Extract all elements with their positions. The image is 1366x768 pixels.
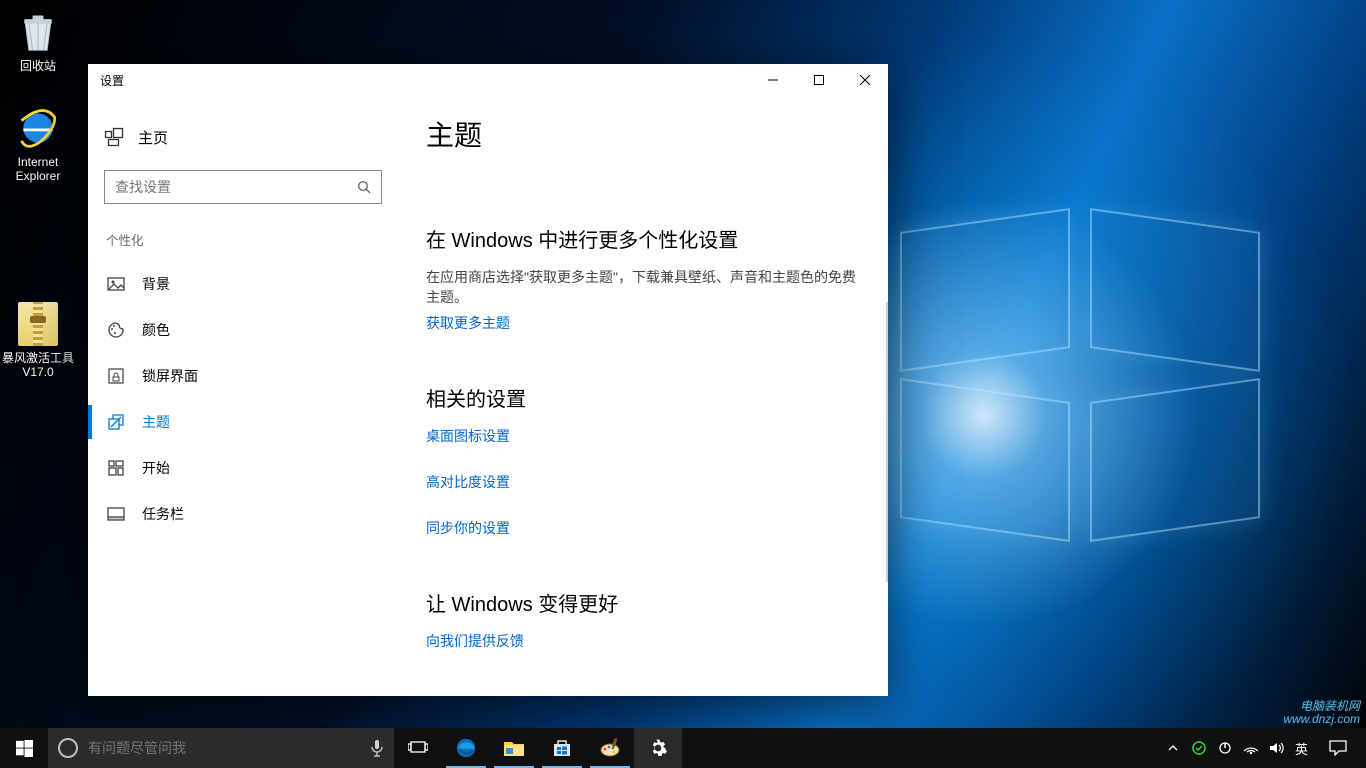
link-give-feedback[interactable]: 向我们提供反馈 <box>426 631 524 651</box>
sidebar-item-label: 锁屏界面 <box>142 366 198 386</box>
sidebar-item-label: 主题 <box>142 412 170 432</box>
sidebar-home[interactable]: 主页 <box>104 114 382 160</box>
home-icon <box>104 127 124 147</box>
sidebar-item-background[interactable]: 背景 <box>104 261 382 307</box>
link-desktop-icon-settings[interactable]: 桌面图标设置 <box>426 426 510 446</box>
tray-ime-indicator[interactable]: 英 <box>1295 740 1308 756</box>
tray-power-icon[interactable] <box>1217 740 1233 756</box>
sidebar-item-themes[interactable]: 主题 <box>104 399 382 445</box>
minimize-button[interactable] <box>750 64 796 96</box>
windows-store-icon <box>552 738 572 758</box>
settings-sidebar: 主页 个性化 背景 颜色 <box>88 96 398 696</box>
taskbar-app-store[interactable] <box>538 728 586 768</box>
cortana-icon <box>58 738 78 758</box>
taskbar-app-explorer[interactable] <box>490 728 538 768</box>
taskbar-icon <box>106 504 126 524</box>
wallpaper-window-glyph <box>900 220 1320 560</box>
start-grid-icon <box>106 458 126 478</box>
taskbar-app-paint[interactable] <box>586 728 634 768</box>
taskbar-search[interactable] <box>48 728 394 768</box>
maximize-button[interactable] <box>796 64 842 96</box>
sidebar-group-personalization: 个性化 <box>104 230 382 249</box>
page-title: 主题 <box>426 114 858 154</box>
gear-icon <box>648 738 668 758</box>
picture-icon <box>106 274 126 294</box>
maximize-icon <box>814 75 824 85</box>
tray-security-icon[interactable] <box>1191 740 1207 756</box>
action-center-button[interactable] <box>1316 740 1360 756</box>
sidebar-item-label: 背景 <box>142 274 170 294</box>
close-icon <box>860 75 870 85</box>
link-get-more-themes[interactable]: 获取更多主题 <box>426 313 510 333</box>
desktop-icon-recycle-bin[interactable]: 回收站 <box>0 8 76 73</box>
link-sync-settings[interactable]: 同步你的设置 <box>426 518 510 538</box>
sidebar-item-colors[interactable]: 颜色 <box>104 307 382 353</box>
system-tray: 英 <box>1157 740 1316 756</box>
settings-content: 主题 在 Windows 中进行更多个性化设置 在应用商店选择"获取更多主题"，… <box>398 96 888 696</box>
desktop-icon-activation-tool[interactable]: 暴风激活工具V17.0 <box>0 300 76 379</box>
tray-overflow-button[interactable] <box>1165 740 1181 756</box>
sidebar-home-label: 主页 <box>138 127 168 148</box>
file-explorer-icon <box>503 738 525 758</box>
zip-file-icon <box>14 300 62 348</box>
task-view-button[interactable] <box>394 728 442 768</box>
close-button[interactable] <box>842 64 888 96</box>
desktop-icon-label: Internet Explorer <box>0 155 76 183</box>
microphone-icon[interactable] <box>370 739 384 757</box>
palette-icon <box>106 320 126 340</box>
task-view-icon <box>408 740 428 756</box>
window-title: 设置 <box>88 72 124 89</box>
settings-window: 设置 主页 <box>88 64 888 696</box>
window-titlebar[interactable]: 设置 <box>88 64 888 96</box>
taskbar-app-edge[interactable] <box>442 728 490 768</box>
sidebar-item-start[interactable]: 开始 <box>104 445 382 491</box>
more-personalization-desc: 在应用商店选择"获取更多主题"，下载兼具壁纸、声音和主题色的免费主题。 <box>426 267 858 307</box>
desktop-icon-label: 暴风激活工具V17.0 <box>0 351 76 379</box>
sidebar-item-label: 任务栏 <box>142 504 184 524</box>
scrollbar[interactable] <box>886 302 888 582</box>
link-high-contrast-settings[interactable]: 高对比度设置 <box>426 472 510 492</box>
start-button[interactable] <box>0 728 48 768</box>
desktop-icon-label: 回收站 <box>0 59 76 73</box>
tray-network-icon[interactable] <box>1243 740 1259 756</box>
sidebar-item-taskbar[interactable]: 任务栏 <box>104 491 382 537</box>
settings-search-input[interactable] <box>115 179 357 195</box>
sidebar-item-label: 开始 <box>142 458 170 478</box>
edge-icon <box>455 737 477 759</box>
minimize-icon <box>768 75 778 85</box>
section-more-personalization: 在 Windows 中进行更多个性化设置 <box>426 224 858 253</box>
section-feedback: 让 Windows 变得更好 <box>426 588 858 617</box>
recycle-bin-icon <box>14 8 62 56</box>
section-related-settings: 相关的设置 <box>426 383 858 412</box>
windows-logo-icon <box>16 740 33 757</box>
paint-icon <box>599 738 621 758</box>
sidebar-item-label: 颜色 <box>142 320 170 340</box>
lockscreen-icon <box>106 366 126 386</box>
themes-icon <box>106 412 126 432</box>
search-icon <box>357 180 371 194</box>
action-center-icon <box>1329 740 1347 756</box>
taskbar-search-input[interactable] <box>88 740 360 756</box>
taskbar-app-settings[interactable] <box>634 728 682 768</box>
settings-search[interactable] <box>104 170 382 204</box>
sidebar-item-lockscreen[interactable]: 锁屏界面 <box>104 353 382 399</box>
internet-explorer-icon <box>14 104 62 152</box>
taskbar: 英 <box>0 728 1366 768</box>
desktop-icon-internet-explorer[interactable]: Internet Explorer <box>0 104 76 183</box>
tray-volume-icon[interactable] <box>1269 740 1285 756</box>
